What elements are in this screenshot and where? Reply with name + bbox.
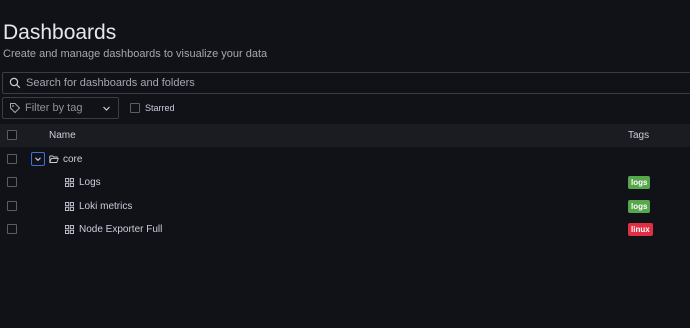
table-row[interactable]: Loki metrics logs [0,195,690,218]
select-all-checkbox[interactable] [7,130,17,140]
search-input[interactable] [21,73,690,93]
table-header: Name Tags [0,124,690,147]
tag-filter-label: Filter by tag [25,102,83,114]
dashboard-icon [65,202,74,211]
dashboard-icon [65,178,74,187]
dashboard-icon [65,225,74,234]
chevron-down-icon [35,157,41,162]
dashboard-link[interactable]: Loki metrics [79,201,132,212]
tag-filter-select[interactable]: Filter by tag [2,97,119,119]
folder-name[interactable]: core [63,154,82,165]
collapse-folder-button[interactable] [31,152,45,166]
starred-checkbox[interactable] [130,103,140,113]
starred-filter[interactable]: Starred [130,103,175,113]
page-title: Dashboards [3,21,117,44]
column-header-tags: Tags [628,130,650,141]
row-checkbox[interactable] [7,201,17,211]
column-header-name[interactable]: Name [49,130,76,141]
chevron-down-icon [102,104,111,113]
folder-row[interactable]: core [0,148,690,171]
tag-badge[interactable]: linux [628,223,653,236]
tag-badge[interactable]: logs [628,200,651,213]
dashboard-link[interactable]: Node Exporter Full [79,224,162,235]
table-row[interactable]: Logs logs [0,171,690,194]
row-checkbox[interactable] [7,224,17,234]
tag-icon [9,102,21,114]
dashboard-link[interactable]: Logs [79,177,101,188]
search-icon [9,77,21,89]
table-row[interactable]: Node Exporter Full linux [0,218,690,241]
row-checkbox[interactable] [7,177,17,187]
row-checkbox[interactable] [7,154,17,164]
page-subtitle: Create and manage dashboards to visualiz… [3,48,268,60]
starred-label: Starred [145,103,175,113]
tag-badge[interactable]: logs [628,176,651,189]
search-box[interactable] [2,72,690,94]
folder-open-icon [49,154,59,164]
